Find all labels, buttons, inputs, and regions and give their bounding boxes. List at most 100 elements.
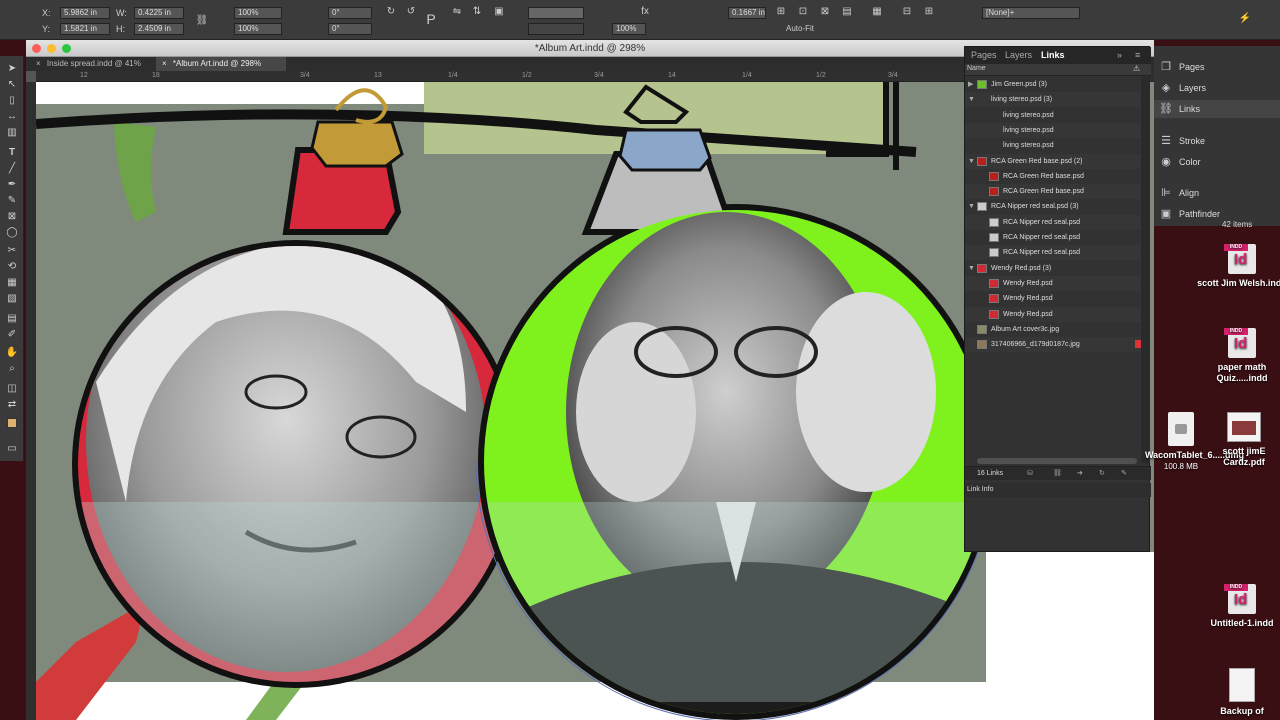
stroke-weight-field[interactable]: 0.1667 in xyxy=(728,7,766,19)
fill-stroke-icon[interactable] xyxy=(4,418,20,432)
pencil-tool-icon[interactable]: ✎ xyxy=(4,194,20,208)
line-tool-icon[interactable]: ╱ xyxy=(4,162,20,176)
wrap-icon[interactable]: ▦ xyxy=(870,5,884,19)
collapse-arrow-icon[interactable]: ▼ xyxy=(968,261,975,276)
link-row[interactable]: ▼ Wendy Red.psd (3) xyxy=(965,261,1141,276)
fit-content-icon[interactable]: ⊡ xyxy=(796,5,810,19)
eyedropper-tool-icon[interactable]: ✐ xyxy=(4,328,20,342)
swap-colors-icon[interactable]: ⇄ xyxy=(4,398,20,412)
warning-column-icon[interactable]: ⚠ xyxy=(1133,64,1140,73)
links-h-scrollbar[interactable] xyxy=(977,458,1137,464)
desktop-file-paper-math[interactable]: INDD Id paper math Quiz.....indd xyxy=(1196,328,1280,384)
tab-close-icon[interactable]: × xyxy=(36,59,41,68)
collapse-arrow-icon[interactable]: ▼ xyxy=(968,154,975,169)
stroke-style-field[interactable] xyxy=(528,23,584,35)
tab-layers[interactable]: Layers xyxy=(1005,50,1032,60)
link-row[interactable]: living stereo.psd xyxy=(965,108,1141,123)
link-row[interactable]: RCA Nipper red seal.psd xyxy=(965,245,1141,261)
fill-frame-icon[interactable]: ▤ xyxy=(840,5,854,19)
shear-field[interactable]: 0° xyxy=(328,23,372,35)
links-scrollbar[interactable] xyxy=(1141,77,1150,463)
link-row[interactable]: living stereo.psd xyxy=(965,138,1141,153)
constrain-link-icon[interactable]: ⛓ xyxy=(195,14,209,28)
dock-stroke[interactable]: ☰ Stroke xyxy=(1154,132,1280,150)
pen-tool-icon[interactable]: ✒ xyxy=(4,178,20,192)
link-row[interactable]: 317406966_d179d0187c.jpg xyxy=(965,337,1141,353)
links-column-header[interactable]: Name ⚠ xyxy=(965,64,1151,76)
desktop-file-backup[interactable]: Backup of xyxy=(1196,668,1280,717)
link-row[interactable]: ▼ RCA Nipper red seal.psd (3) xyxy=(965,199,1141,214)
x-field[interactable]: 5.9862 in xyxy=(60,7,110,19)
selection-tool-icon[interactable]: ➤ xyxy=(4,62,20,76)
default-colors-icon[interactable]: ◫ xyxy=(4,382,20,396)
fill-swatch[interactable] xyxy=(528,7,584,19)
hand-tool-icon[interactable]: ✋ xyxy=(4,346,20,360)
relink-cc-icon[interactable]: ⛁ xyxy=(1027,467,1033,481)
rotate-field[interactable]: 0° xyxy=(328,7,372,19)
column-name[interactable]: Name xyxy=(967,65,986,72)
h-field[interactable]: 2.4509 in xyxy=(134,23,184,35)
dock-align[interactable]: ⊫ Align xyxy=(1154,184,1280,202)
tab-close-icon[interactable]: × xyxy=(162,59,167,68)
desktop-file-scott-jime-cardz[interactable]: scott jimE Cardz.pdf xyxy=(1208,412,1280,468)
flip-v-icon[interactable]: ⇅ xyxy=(470,5,484,19)
collapse-arrow-icon[interactable]: ▼ xyxy=(968,92,975,107)
update-link-icon[interactable]: ↻ xyxy=(1099,467,1105,481)
gradient-tool-icon[interactable]: ▦ xyxy=(4,276,20,290)
link-row[interactable]: RCA Green Red base.psd xyxy=(965,184,1141,200)
note-tool-icon[interactable]: ▤ xyxy=(4,312,20,326)
relink-icon[interactable]: ⛓ xyxy=(1053,467,1062,481)
lightning-icon[interactable]: ⚡ xyxy=(1238,12,1252,26)
gap-tool-icon[interactable]: ↔ xyxy=(4,110,20,124)
link-row[interactable]: RCA Green Red base.psd xyxy=(965,169,1141,184)
panel-menu-icon[interactable]: ≡ xyxy=(1135,50,1140,60)
expand-arrow-icon[interactable]: ▶ xyxy=(968,77,973,92)
center-content-icon[interactable]: ⊠ xyxy=(818,5,832,19)
panel-collapse-icon[interactable]: » xyxy=(1117,50,1122,60)
opacity-field[interactable]: 100% xyxy=(612,23,646,35)
link-row[interactable]: RCA Nipper red seal.psd xyxy=(965,214,1141,230)
tab-album-art[interactable]: × *Album Art.indd @ 298% xyxy=(156,57,286,71)
tab-links[interactable]: Links xyxy=(1041,50,1065,60)
link-row[interactable]: Wendy Red.psd xyxy=(965,291,1141,306)
select-container-icon[interactable]: ▣ xyxy=(492,5,506,19)
link-row[interactable]: Wendy Red.psd xyxy=(965,306,1141,322)
text-path-icon[interactable]: P xyxy=(424,12,438,26)
scissors-tool-icon[interactable]: ✂ xyxy=(4,244,20,258)
link-row[interactable]: living stereo.psd xyxy=(965,122,1141,138)
vertical-ruler[interactable] xyxy=(26,82,36,720)
page-tool-icon[interactable]: ▯ xyxy=(4,94,20,108)
dock-pathfinder[interactable]: ▣ Pathfinder xyxy=(1154,205,1280,223)
frame-fit-icon[interactable]: ⊞ xyxy=(774,5,788,19)
screen-mode-icon[interactable]: ▭ xyxy=(4,442,20,456)
align-icon-cb[interactable]: ⊟ xyxy=(900,5,914,19)
link-info-section[interactable]: Link Info xyxy=(965,483,1151,497)
link-row[interactable]: ▼ RCA Green Red base.psd (2) xyxy=(965,153,1141,169)
rectangle-frame-tool-icon[interactable]: ⊠ xyxy=(4,210,20,224)
gradient-feather-tool-icon[interactable]: ▧ xyxy=(4,292,20,306)
dock-pages[interactable]: ❐ Pages xyxy=(1154,58,1280,76)
desktop-file-wacom-dmg[interactable]: WacomTablet_6.....dmg 100.8 MB xyxy=(1145,412,1244,472)
fx-icon[interactable]: fx xyxy=(638,5,652,19)
tab-inside-spread[interactable]: × Inside spread.indd @ 41% xyxy=(30,57,156,71)
y-field[interactable]: 1.5821 in xyxy=(60,23,110,35)
link-row[interactable]: ▶ Jim Green.psd (3) xyxy=(965,77,1141,92)
free-transform-tool-icon[interactable]: ⟲ xyxy=(4,260,20,274)
link-row[interactable]: RCA Nipper red seal.psd xyxy=(965,230,1141,245)
rotate-cw-icon[interactable]: ↻ xyxy=(384,5,398,19)
dock-layers[interactable]: ◈ Layers xyxy=(1154,79,1280,97)
object-style-field[interactable]: [None]+ xyxy=(982,7,1080,19)
scale-y-field[interactable]: 100% xyxy=(234,23,282,35)
collapse-arrow-icon[interactable]: ▼ xyxy=(968,199,975,214)
tab-pages[interactable]: Pages xyxy=(971,50,997,60)
type-tool-icon[interactable]: T xyxy=(4,146,20,160)
link-row[interactable]: Album Art cover3c.jpg xyxy=(965,322,1141,337)
goto-link-icon[interactable]: ➜ xyxy=(1077,467,1083,481)
scale-x-field[interactable]: 100% xyxy=(234,7,282,19)
distribute-icon[interactable]: ⊞ xyxy=(922,5,936,19)
link-row[interactable]: ▼ living stereo.psd (3) xyxy=(965,92,1141,108)
direct-selection-tool-icon[interactable]: ↖ xyxy=(4,78,20,92)
desktop-file-untitled-1[interactable]: INDD Id Untitled-1.indd xyxy=(1196,584,1280,629)
link-row[interactable]: Wendy Red.psd xyxy=(965,275,1141,291)
content-collector-icon[interactable]: ▥ xyxy=(4,126,20,140)
